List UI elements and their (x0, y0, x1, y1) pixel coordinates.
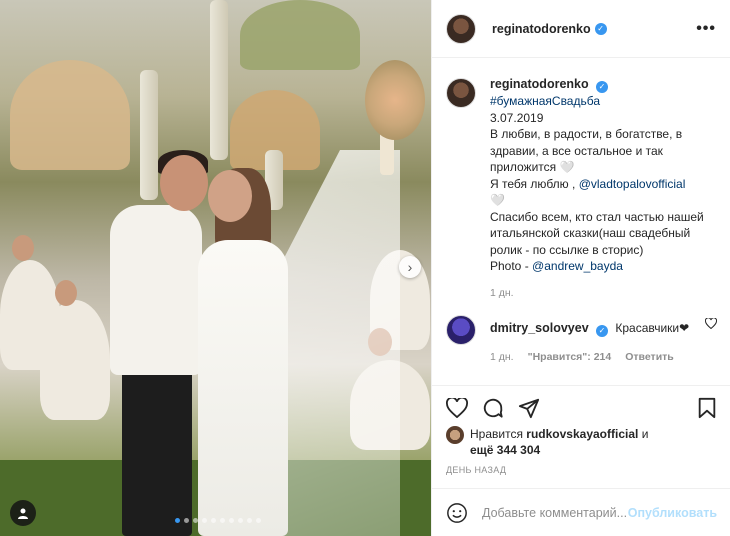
avatar[interactable] (446, 13, 476, 44)
comments-section[interactable]: reginatodorenko ✓ #бумажнаяСвадьба 3.07.… (432, 70, 730, 382)
guest-head (55, 280, 77, 306)
caption-date: 3.07.2019 (490, 110, 544, 125)
next-photo-button[interactable]: › (399, 256, 421, 278)
caption-username[interactable]: reginatodorenko (490, 77, 589, 91)
caption-credit: Photo - @andrew_bayda (490, 258, 717, 275)
comment-input[interactable]: Добавьте комментарий... (482, 506, 628, 520)
heart-icon[interactable] (446, 397, 468, 418)
author-username[interactable]: reginatodorenko (492, 22, 591, 36)
mention-link[interactable]: @vladtopalovofficial (579, 177, 686, 191)
caption-text: В любви, в радости, в богатстве, в здрав… (490, 127, 683, 174)
likes-summary: Нравится rudkovskayaofficial и ещё 344 3… (446, 426, 721, 458)
palm-leaf (10, 60, 130, 170)
comment-body: dmitry_solovyev ✓ Красавчики❤ 1 дн. "Нра… (490, 313, 690, 363)
post-side-panel: reginatodorenko ✓ ••• reginatodorenko ✓ … (431, 0, 730, 536)
comment-meta: 1 дн. "Нравится": 214 Ответить (490, 351, 690, 363)
comment-username[interactable]: dmitry_solovyev (490, 321, 589, 335)
avatar[interactable] (446, 426, 464, 444)
bookmark-icon[interactable] (697, 397, 717, 419)
caption-time: 1 дн. (490, 286, 514, 299)
tagged-users-button[interactable] (10, 500, 36, 526)
carousel-dot (175, 518, 180, 523)
likes-middle: и (641, 427, 649, 441)
likes-prefix: Нравится (470, 427, 523, 441)
post-header: reginatodorenko ✓ ••• (432, 0, 730, 58)
comment: dmitry_solovyev ✓ Красавчики❤ 1 дн. "Нра… (446, 313, 718, 363)
palm-leaf (240, 0, 360, 70)
guest (40, 300, 110, 420)
comment-icon[interactable] (482, 397, 504, 419)
carousel-dot (229, 518, 234, 523)
bouquet (365, 60, 425, 140)
verified-badge-icon: ✓ (596, 325, 609, 337)
caption-text-part: 🤍 (490, 193, 505, 207)
caption-text: Спасибо всем, кто стал частью нашей итал… (490, 209, 704, 257)
carousel-dot (238, 518, 243, 523)
carousel-dot (247, 518, 252, 523)
verified-badge-icon: ✓ (594, 22, 607, 35)
post-photo[interactable]: › (0, 0, 431, 536)
emoji-icon[interactable] (446, 502, 468, 524)
avatar[interactable] (446, 315, 476, 345)
hashtag-link[interactable]: #бумажнаяСвадьба (490, 93, 717, 110)
add-comment-bar: Добавьте комментарий... Опубликовать (432, 488, 730, 536)
flower-column (210, 0, 228, 160)
bride-head (208, 170, 252, 222)
caption-text-part: Photo - (490, 259, 529, 273)
carousel-dot (211, 518, 216, 523)
user-icon (18, 508, 28, 519)
likes-user[interactable]: rudkovskayaofficial (526, 427, 638, 441)
groom-head (160, 155, 208, 211)
carousel-dot (220, 518, 225, 523)
post-date: ДЕНЬ НАЗАД (446, 465, 507, 475)
chevron-right-icon: › (407, 259, 413, 275)
carousel-dots (175, 518, 261, 523)
comment-time: 1 дн. (490, 351, 514, 363)
comment-text: Красавчики❤ (615, 321, 690, 335)
bride-dress (198, 240, 288, 536)
avatar[interactable] (446, 78, 476, 108)
flower-column (140, 70, 158, 200)
more-options-icon[interactable]: ••• (696, 20, 716, 38)
publish-button[interactable]: Опубликовать (628, 506, 717, 520)
comment-likes[interactable]: "Нравится": 214 (528, 351, 612, 363)
share-icon[interactable] (518, 397, 540, 419)
carousel-dot (193, 518, 198, 523)
mention-link[interactable]: @andrew_bayda (532, 259, 623, 273)
caption-text-part: Я тебя люблю , (490, 176, 576, 191)
caption: reginatodorenko ✓ #бумажнаяСвадьба 3.07.… (446, 70, 717, 301)
caption-text: Я тебя люблю , @vladtopalovofficial 🤍 (490, 176, 717, 209)
likes-text: Нравится rudkovskayaofficial и ещё 344 3… (470, 426, 648, 458)
carousel-dot (184, 518, 189, 523)
action-bar (432, 385, 730, 429)
groom-jacket (110, 205, 202, 375)
carousel-dot (202, 518, 207, 523)
like-comment-icon[interactable] (704, 317, 718, 363)
verified-badge-icon: ✓ (595, 81, 608, 93)
carousel-dot (256, 518, 261, 523)
caption-body: reginatodorenko ✓ #бумажнаяСвадьба 3.07.… (490, 70, 717, 301)
guest-head (12, 235, 34, 261)
reply-button[interactable]: Ответить (625, 351, 674, 363)
likes-others[interactable]: ещё 344 304 (470, 443, 540, 457)
groom-pants (122, 368, 192, 536)
